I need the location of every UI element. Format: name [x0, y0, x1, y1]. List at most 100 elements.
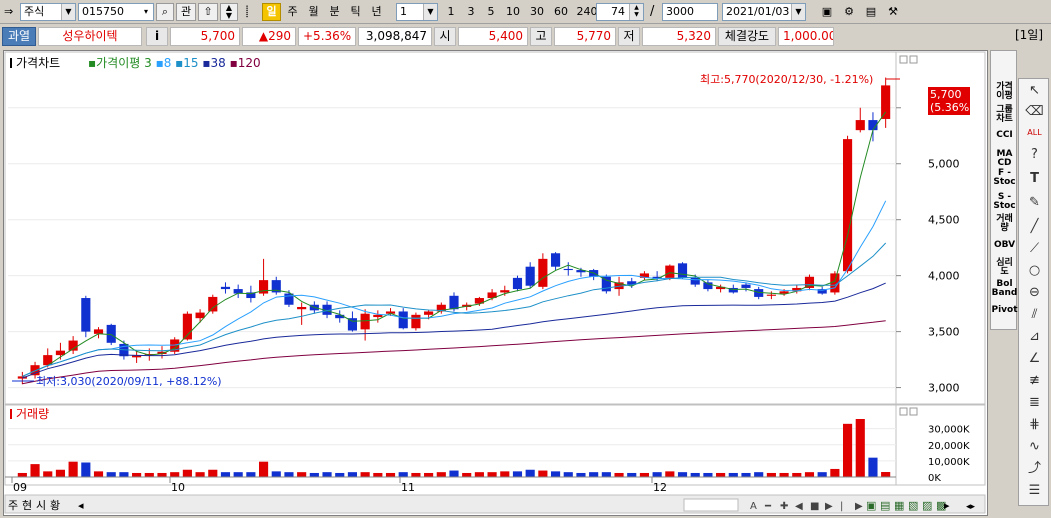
- fibonacci-icon[interactable]: ≣: [1025, 393, 1044, 412]
- quick-interval-30[interactable]: 30: [526, 3, 548, 21]
- angle-icon[interactable]: ∠: [1025, 349, 1044, 368]
- period-tab-1[interactable]: 주: [283, 3, 302, 21]
- pen-icon[interactable]: ✎: [1025, 193, 1044, 212]
- volume-tick-label: 0K: [928, 473, 941, 484]
- pane-close-icon[interactable]: [909, 55, 918, 64]
- quick-interval-3[interactable]: 3: [462, 3, 480, 21]
- indicator-obv[interactable]: OBV: [991, 241, 1018, 250]
- gann-icon[interactable]: ⋕: [1025, 415, 1044, 434]
- trend-line-icon[interactable]: ⟋: [1025, 239, 1044, 258]
- list-icon[interactable]: ☰: [1025, 481, 1044, 500]
- period-tab-5[interactable]: 년: [367, 3, 386, 21]
- indicator-group-chart[interactable]: 그룹 차트: [991, 106, 1018, 124]
- quick-interval-1[interactable]: 1: [442, 3, 460, 21]
- arrow-icon[interactable]: ⤴: [1025, 459, 1044, 478]
- view-control-0: ▣: [866, 499, 876, 512]
- refresh-button[interactable]: ⇧: [198, 3, 218, 21]
- chevron-down-icon[interactable]: ▼: [61, 4, 75, 20]
- zoom-control-0: A: [750, 501, 757, 512]
- period-tab-3[interactable]: 분: [325, 3, 344, 21]
- candle-body: [398, 311, 408, 329]
- total-input[interactable]: 3000: [662, 3, 718, 21]
- open-price: 5,400: [458, 27, 528, 46]
- volume-maximize-icon[interactable]: [899, 407, 908, 416]
- indicator-sstoch[interactable]: S - Stoc: [991, 193, 1018, 211]
- chart-settings-button[interactable]: ▣: [818, 3, 836, 21]
- help-icon[interactable]: ?: [1025, 145, 1044, 164]
- window-icon: ▣: [821, 5, 833, 18]
- interval-select[interactable]: 1 ▼: [396, 3, 438, 21]
- tools-button[interactable]: ⚒: [884, 3, 902, 21]
- indicator-volume[interactable]: 거래 량: [991, 215, 1018, 233]
- gwan-button[interactable]: 관: [176, 3, 196, 21]
- scroll-left-icon: ◂: [78, 499, 84, 512]
- cycle-icon[interactable]: ⊖: [1025, 283, 1044, 302]
- count-value: 74: [611, 5, 625, 18]
- volume-tick-label: 30,000K: [928, 425, 970, 436]
- info-button[interactable]: i: [146, 27, 168, 46]
- candle-body: [360, 313, 370, 330]
- price-tick-label: 3,500: [928, 326, 960, 339]
- parallel-icon[interactable]: ≢: [1025, 371, 1044, 390]
- quick-interval-5[interactable]: 5: [482, 3, 500, 21]
- circle-icon[interactable]: ○: [1025, 261, 1044, 280]
- quick-interval-10[interactable]: 10: [502, 3, 524, 21]
- spin-icon[interactable]: ▲ ▼: [629, 4, 643, 20]
- indicator-cci[interactable]: CCI: [991, 131, 1018, 140]
- chevron-down-icon[interactable]: ▾: [139, 4, 153, 20]
- indicator-fstoch[interactable]: F - Stoc: [991, 169, 1018, 187]
- stock-code-input[interactable]: 015750 ▾: [78, 3, 154, 21]
- count-input[interactable]: 74 ▲ ▼: [596, 3, 644, 21]
- period-tab-4[interactable]: 틱: [346, 3, 365, 21]
- volume-bar: [132, 472, 142, 477]
- panel-collapse-icon[interactable]: ⇒: [4, 6, 18, 18]
- channel-icon[interactable]: ⫽: [1025, 305, 1044, 324]
- text-icon[interactable]: T: [1025, 169, 1044, 188]
- indicator-pivot[interactable]: Pivot: [991, 306, 1018, 315]
- chevron-down-icon[interactable]: ▼: [423, 4, 437, 20]
- candle-body: [855, 120, 865, 131]
- volume-close-icon[interactable]: [909, 407, 918, 416]
- indicator-price-ma[interactable]: 가격 이평: [991, 83, 1018, 101]
- period-tab-0[interactable]: 일: [262, 3, 281, 21]
- indicator-macd[interactable]: MA CD: [991, 150, 1018, 168]
- search-button[interactable]: ⌕: [156, 3, 174, 21]
- pin-button[interactable]: ⸽: [240, 3, 254, 21]
- volume-bar: [804, 472, 815, 477]
- eraser-icon[interactable]: ⌫: [1025, 102, 1044, 121]
- cursor-icon[interactable]: ↖: [1025, 81, 1044, 100]
- period-tab-2[interactable]: 월: [304, 3, 323, 21]
- stock-name[interactable]: 성우하이텍: [38, 27, 142, 46]
- current-price-tag-value: 5,700: [930, 88, 962, 101]
- volume-bar: [703, 472, 713, 477]
- volume-bar: [665, 471, 675, 477]
- volume-bar: [55, 469, 66, 477]
- volume-bar: [449, 470, 459, 477]
- volume-bar: [43, 471, 53, 477]
- chevron-down-icon[interactable]: ▼: [791, 4, 805, 20]
- volume-bar: [589, 472, 599, 477]
- fan-icon[interactable]: ⊿: [1025, 327, 1044, 346]
- quick-interval-60[interactable]: 60: [550, 3, 572, 21]
- date-select[interactable]: 2021/01/03 ▼: [722, 3, 806, 21]
- volume-bar: [170, 472, 180, 477]
- line-icon[interactable]: ╱: [1025, 217, 1044, 236]
- volume-bar: [842, 423, 853, 477]
- wave-icon[interactable]: ∿: [1025, 437, 1044, 456]
- config-button[interactable]: ⚙: [840, 3, 858, 21]
- indicator-sidebar: 가격 이평 그룹 차트 CCI MA CD F - Stoc S - Stoc 거래 량 O…: [990, 50, 1018, 330]
- price-chart[interactable]: 5,5005,0004,5004,0003,5003,00030,000K20,…: [4, 51, 987, 515]
- save-button[interactable]: ▤: [862, 3, 880, 21]
- x-tick-label: 12: [653, 481, 667, 494]
- stepper-button[interactable]: ▲ ▼: [220, 3, 238, 21]
- indicator-psych[interactable]: 심리 도: [991, 259, 1018, 277]
- legend-ma-15: ▪15: [171, 56, 198, 70]
- view-control-4: ▨: [922, 499, 932, 512]
- scroll-slider[interactable]: [683, 498, 739, 512]
- volume-bar: [817, 472, 827, 477]
- low-price: 5,320: [642, 27, 716, 46]
- indicator-bollinger[interactable]: Bol Band: [991, 280, 1018, 298]
- market-select[interactable]: 주식 ▼: [20, 3, 76, 21]
- pane-maximize-icon[interactable]: [899, 55, 908, 64]
- all-icon[interactable]: ALL: [1025, 123, 1044, 142]
